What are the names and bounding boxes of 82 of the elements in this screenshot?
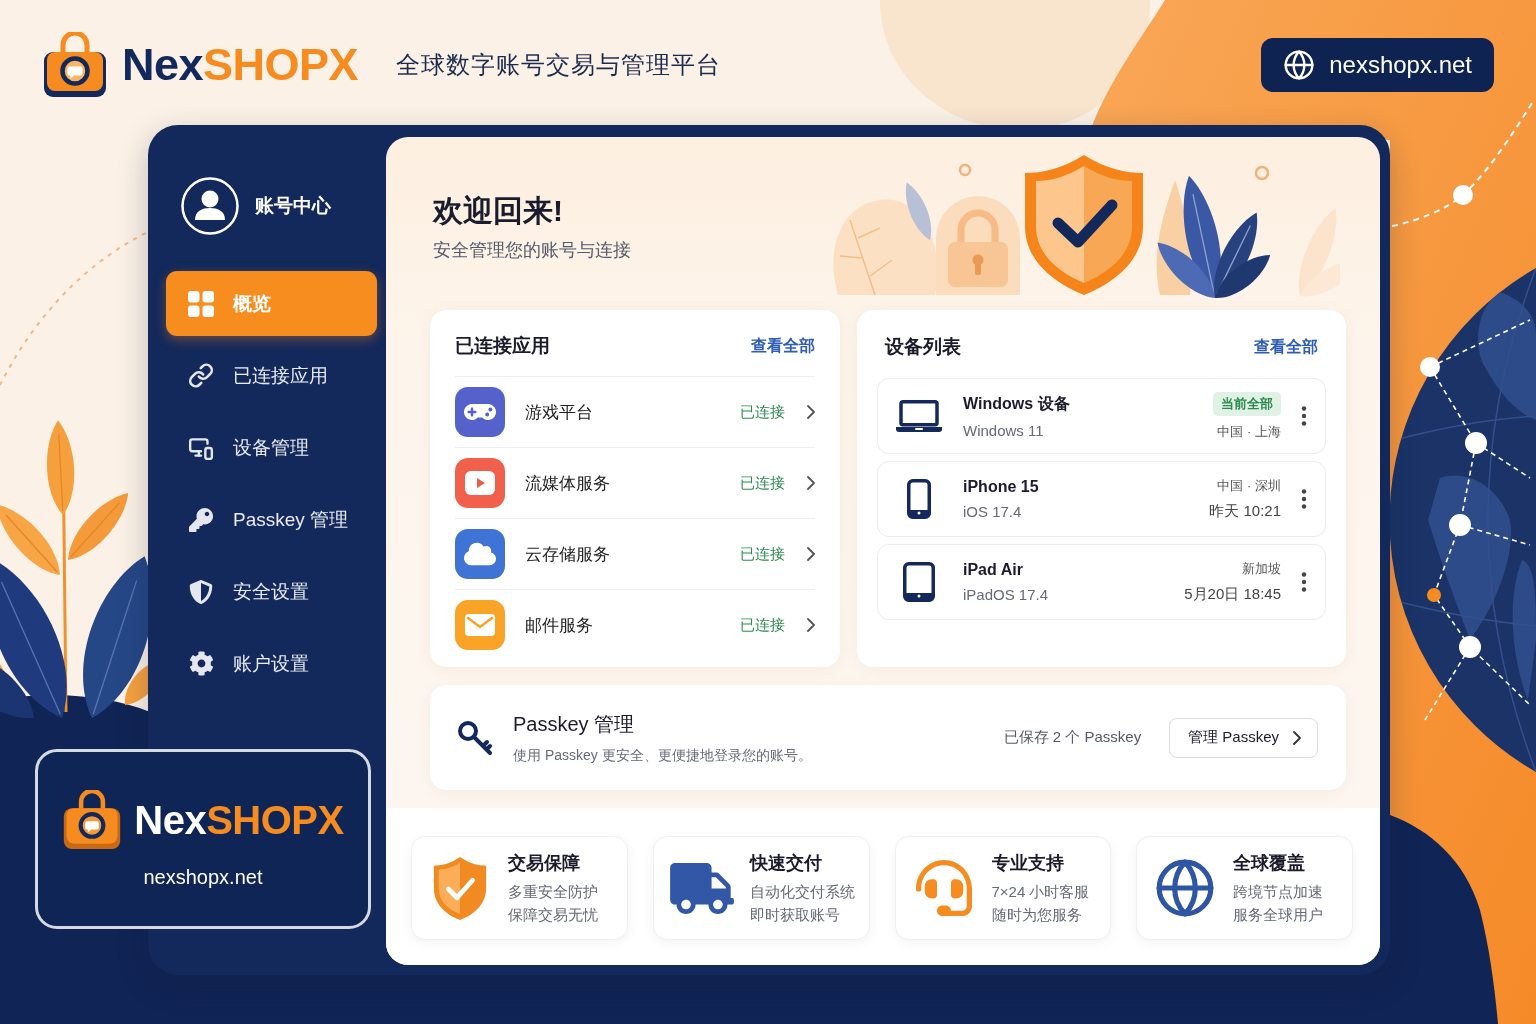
bag-logo-icon [62, 789, 123, 850]
shield-check-icon [431, 855, 489, 921]
laptop-icon [896, 400, 942, 432]
chevron-right-icon [1293, 730, 1301, 745]
feature-description: 随时为您服务 [991, 904, 1083, 925]
device-os: iOS 17.4 [963, 503, 1023, 520]
brand-name: NexSHOPX [122, 39, 359, 90]
ring-icon [1254, 165, 1270, 181]
passkey-title: Passkey 管理 [513, 711, 636, 737]
passkey-description: 使用 Passkey 更安全、更便捷地登录您的账号。 [513, 746, 812, 765]
website-url: nexshopx.net [143, 865, 263, 889]
view-all-link[interactable]: 查看全部 [751, 335, 815, 357]
feature-description: 服务全球用户 [1233, 904, 1324, 925]
welcome-title: 欢迎回来! [433, 193, 564, 229]
more-icon[interactable] [1301, 406, 1307, 426]
last-seen-time: 昨天 10:21 [1209, 502, 1281, 521]
nav-item[interactable]: Passkey 管理 [166, 487, 377, 552]
feature-description: 即时获取账号 [749, 904, 841, 925]
brand-name: NexSHOPX [134, 797, 344, 842]
device-name: Windows 设备 [963, 393, 1070, 414]
chevron-right-icon [807, 547, 815, 561]
key-icon [457, 719, 493, 756]
app-name: 邮件服务 [525, 614, 593, 637]
app-name: 云存储服务 [525, 543, 610, 566]
tagline: 全球数字账号交易与管理平台 [396, 49, 722, 80]
nav-item[interactable]: 账户设置 [166, 631, 377, 696]
nav-item[interactable]: 设备管理 [166, 415, 377, 480]
connection-status: 已连接 [740, 544, 785, 564]
welcome-subtitle: 安全管理您的账号与连接 [433, 239, 631, 262]
nav-item[interactable]: 安全设置 [166, 559, 377, 624]
nav-item[interactable]: 已连接应用 [166, 343, 377, 408]
ring-icon [958, 163, 972, 177]
card-title: 已连接应用 [455, 334, 550, 358]
manage-passkey-button[interactable]: 管理 Passkey [1169, 717, 1318, 758]
view-all-link[interactable]: 查看全部 [1254, 336, 1318, 358]
feature-title: 快速交付 [749, 851, 823, 875]
feature-title: 全球覆盖 [1233, 851, 1307, 875]
account-center-label: 账号中心 [255, 194, 331, 218]
connection-status: 已连接 [740, 473, 785, 493]
leaf-drawing [905, 182, 932, 240]
device-location: 中国 · 深圳 [1217, 477, 1281, 495]
headset-icon [915, 860, 972, 916]
app-name: 游戏平台 [525, 401, 593, 424]
key-icon [189, 507, 213, 532]
website-link[interactable]: nexshopx.net [1261, 37, 1494, 92]
tablet-icon [903, 562, 935, 602]
shield-check-icon [1025, 155, 1143, 295]
feature-description: 7×24 小时客服 [991, 881, 1090, 902]
padlock-icon [936, 196, 1020, 295]
globe-icon [1283, 48, 1316, 81]
link-icon [188, 362, 214, 389]
current-device-badge: 当前全部 [1213, 391, 1281, 416]
device-location: 中国 · 上海 [1217, 422, 1281, 441]
device-os: iPadOS 17.4 [963, 586, 1049, 603]
shield-icon [189, 579, 213, 604]
bag-logo-icon [42, 31, 108, 98]
device-name: iPhone 15 [963, 478, 1039, 496]
chevron-right-icon [807, 405, 815, 419]
card-title: 设备列表 [885, 335, 961, 359]
feature-title: 专业支持 [991, 851, 1065, 875]
grid-icon [188, 290, 214, 317]
truck-icon [669, 862, 734, 914]
saved-passkey-count: 已保存 2 个 Passkey [1003, 728, 1142, 747]
feature-title: 交易保障 [508, 851, 581, 875]
last-seen-time: 5月20日 18:45 [1184, 585, 1281, 604]
device-location: 新加坡 [1242, 560, 1281, 578]
chevron-right-icon [807, 618, 815, 632]
connection-status: 已连接 [740, 615, 785, 635]
connection-status: 已连接 [740, 402, 785, 422]
smartphone-icon [907, 479, 931, 519]
feature-description: 自动化交付系统 [749, 881, 855, 902]
more-icon[interactable] [1301, 489, 1307, 509]
feature-description: 跨境节点加速 [1233, 881, 1324, 902]
device-name: iPad Air [963, 561, 1024, 579]
feature-description: 保障交易无忧 [508, 904, 598, 925]
more-icon[interactable] [1301, 572, 1307, 592]
chevron-right-icon [807, 476, 815, 490]
app-name: 流媒体服务 [525, 472, 610, 495]
avatar-icon [181, 177, 239, 235]
device-os: Windows 11 [963, 421, 1045, 439]
settings-icon [188, 651, 214, 676]
feature-description: 多重安全防护 [508, 881, 598, 902]
